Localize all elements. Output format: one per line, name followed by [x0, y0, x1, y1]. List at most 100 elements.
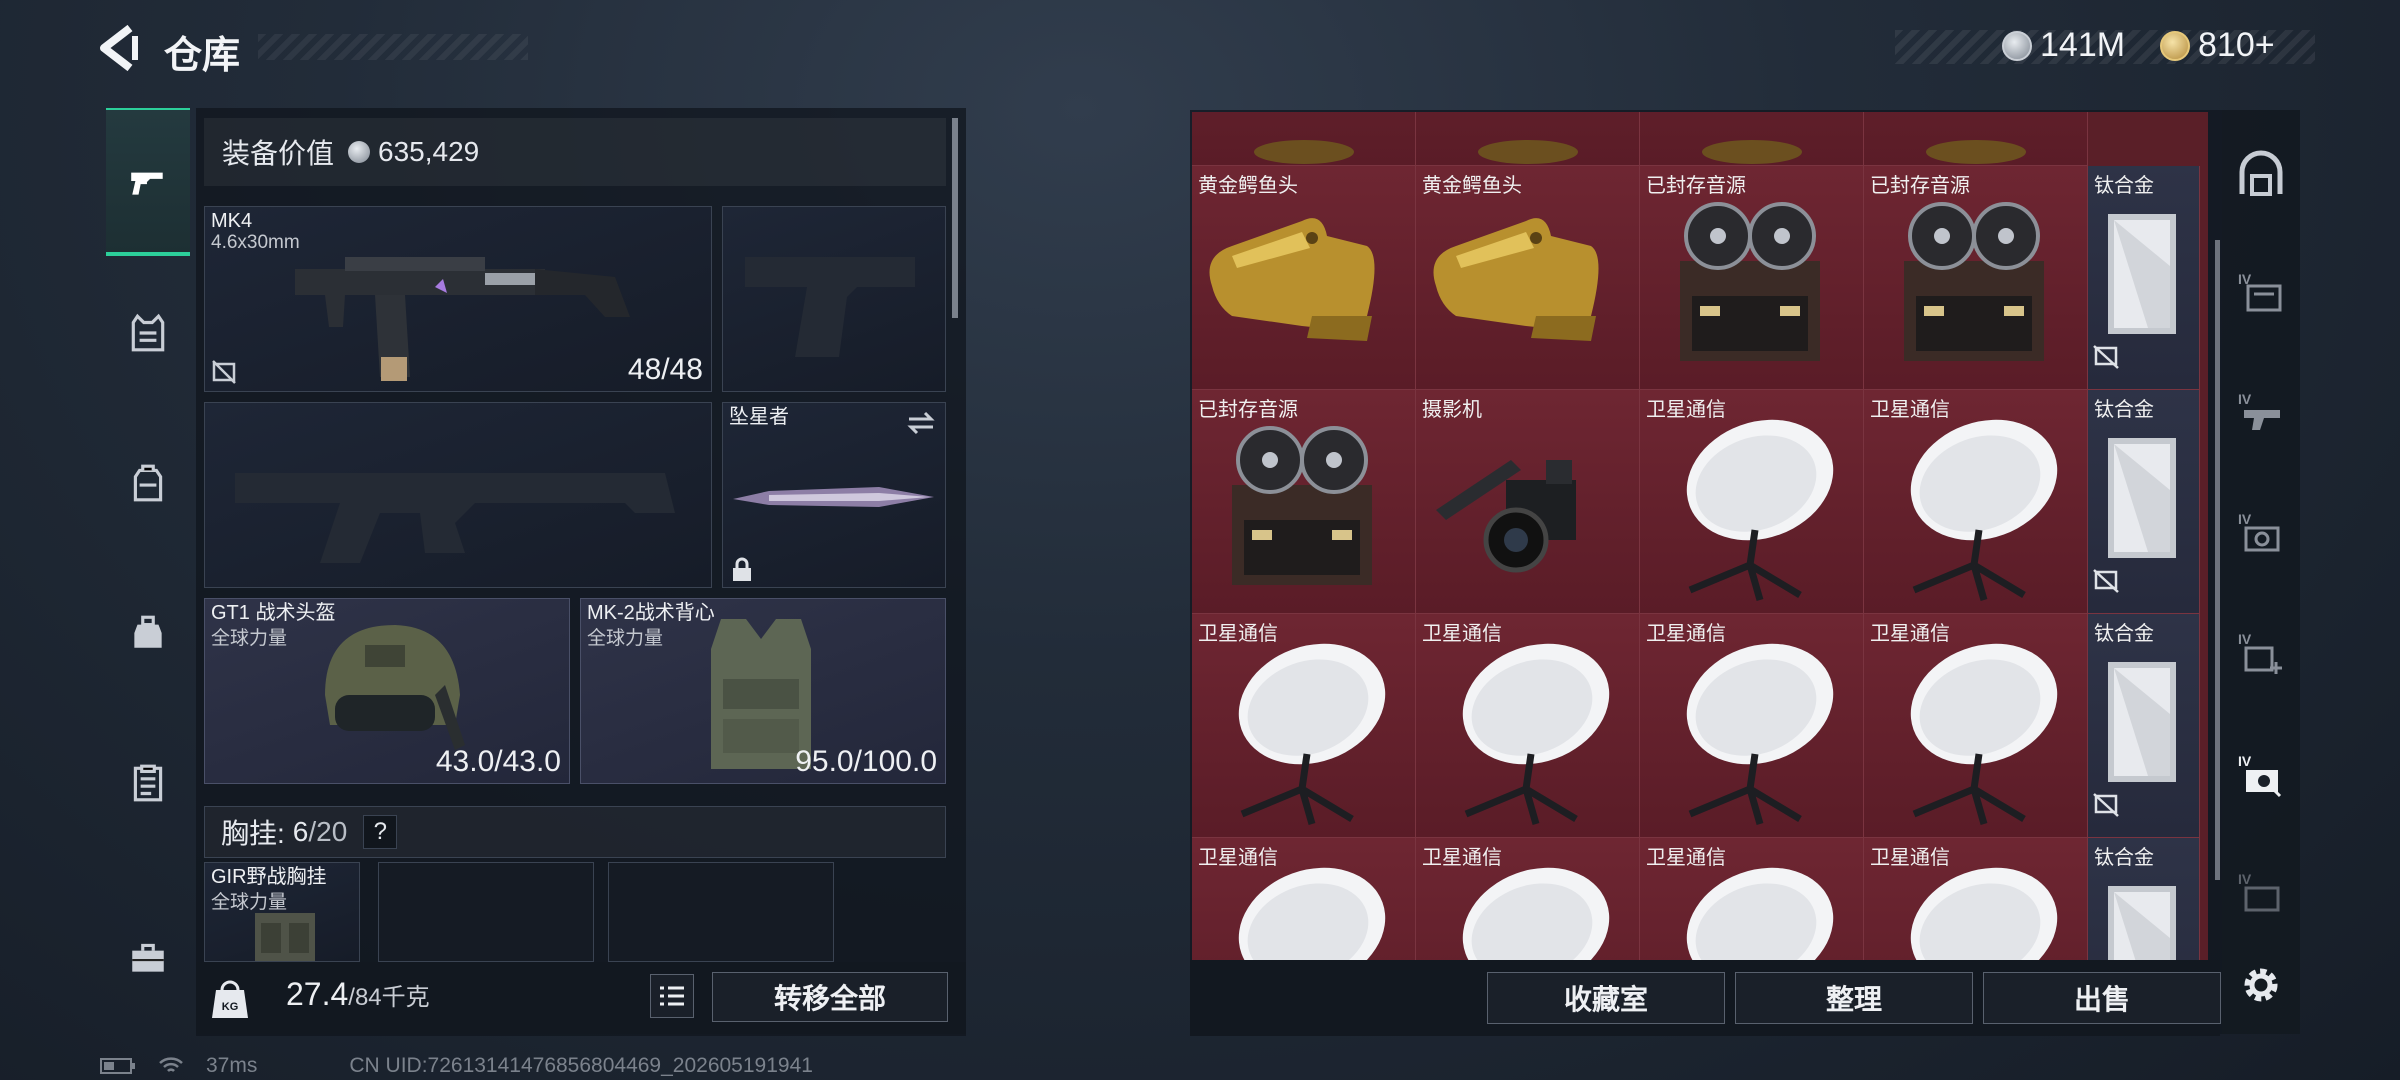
transfer-all-button[interactable]: 转移全部 — [712, 972, 948, 1022]
stash-item-name: 卫星通信 — [1422, 847, 1502, 869]
stash-item-satellite-dish[interactable]: 卫星通信 — [1416, 838, 1640, 960]
settings-button[interactable] — [2228, 952, 2294, 1018]
svg-text:IV: IV — [2238, 871, 2252, 887]
tab-pouch[interactable] — [106, 598, 190, 668]
stash-item-partial[interactable] — [1640, 112, 1864, 166]
tab-stash-iv-1[interactable]: IV — [2228, 260, 2294, 326]
tab-stash-iv-5-active[interactable]: IV — [2228, 742, 2294, 808]
satellite-dish-image — [1910, 643, 2058, 825]
organize-button[interactable]: 整理 — [1735, 972, 1973, 1024]
collection-room-button[interactable]: 收藏室 — [1487, 972, 1725, 1024]
knife-image — [733, 487, 934, 507]
equipment-value-label: 装备价值 — [222, 138, 335, 169]
stash-item-name: 钛合金 — [2094, 847, 2154, 869]
stash-grid: 黄金鳄鱼头 黄金鳄鱼头 已封存音源 已封存音源 钛合金 已封存音源 摄影机 卫星通信 卫星通信钛… — [1192, 112, 2208, 960]
svg-text:IV: IV — [2238, 753, 2252, 769]
tab-toolbox[interactable] — [106, 923, 190, 993]
stash-item-satellite-dish[interactable]: 卫星通信 — [1640, 838, 1864, 960]
stash-med-icon: IV — [2238, 511, 2280, 552]
list-view-button[interactable] — [650, 974, 694, 1018]
stash-item-golden-croc-head[interactable]: 黄金鳄鱼头 — [1416, 166, 1640, 390]
stash-item-titanium-alloy[interactable]: 钛合金 — [2088, 390, 2200, 614]
equipment-scrollbar[interactable] — [952, 118, 958, 318]
tape-recorder-image — [1232, 426, 1372, 585]
stash-item-golden-croc-head[interactable]: 黄金鳄鱼头 — [1192, 166, 1416, 390]
chest-rig-slot[interactable] — [378, 862, 594, 962]
stash-item-partial[interactable] — [1192, 112, 1416, 166]
gold-currency[interactable]: 810+ — [2160, 26, 2275, 65]
no-insure-icon — [2093, 793, 2119, 817]
stash-item-tape-recorder[interactable]: 已封存音源 — [1192, 390, 1416, 614]
rifle-image — [295, 257, 630, 381]
tab-weapons[interactable] — [106, 108, 190, 256]
stash-item-titanium-alloy[interactable]: 钛合金 — [2088, 166, 2200, 390]
uid-text: CN UID:72613141476856804469_202605191941 — [349, 1054, 813, 1077]
page-title: 仓库 — [164, 35, 241, 77]
svg-text:IV: IV — [2238, 511, 2252, 527]
tab-stash-iv-6[interactable]: IV — [2228, 860, 2294, 926]
back-button[interactable] — [96, 22, 140, 74]
chest-rig-total: /20 — [308, 816, 348, 847]
stash-item-satellite-dish[interactable]: 卫星通信 — [1192, 614, 1416, 838]
tab-stash-iv-2[interactable]: IV — [2228, 380, 2294, 446]
silver-currency[interactable]: 141M — [2002, 26, 2125, 65]
chest-rig-slot[interactable] — [608, 862, 834, 962]
chest-rig-bar: 胸挂: 6 /20 ? — [204, 806, 946, 858]
armor-vest-icon — [131, 313, 165, 352]
stash-item-partial[interactable] — [1416, 112, 1640, 166]
svg-text:IV: IV — [2238, 631, 2252, 647]
stash-item-name: 卫星通信 — [1870, 847, 1950, 869]
stash-item-video-camera[interactable]: 摄影机 — [1416, 390, 1640, 614]
tab-stash-main[interactable] — [2228, 142, 2294, 208]
stash-item-satellite-dish[interactable]: 卫星通信 — [1640, 390, 1864, 614]
stash-item-name: 卫星通信 — [1646, 399, 1726, 421]
tab-backpack[interactable] — [106, 448, 190, 518]
sidearm-slot[interactable] — [722, 206, 946, 392]
chest-rig-name: GIR野战胸挂 — [211, 866, 327, 888]
trophy-base-image — [1254, 140, 1354, 164]
battery-icon — [100, 1058, 135, 1074]
stash-item-satellite-dish[interactable]: 卫星通信 — [1192, 838, 1416, 960]
swap-icon[interactable] — [905, 409, 937, 437]
stash-add-icon: IV — [2238, 631, 2282, 674]
stash-item-tape-recorder[interactable]: 已封存音源 — [1864, 166, 2088, 390]
stash-item-titanium-alloy[interactable]: 钛合金 — [2088, 614, 2200, 838]
gold-amount: 810+ — [2198, 26, 2275, 64]
stash-item-satellite-dish[interactable]: 卫星通信 — [1864, 838, 2088, 960]
weapon-ammo: 48/48 — [627, 353, 703, 386]
stash-item-satellite-dish[interactable]: 卫星通信 — [1864, 390, 2088, 614]
clipboard-icon — [133, 764, 163, 802]
chest-rig-item[interactable]: GIR野战胸挂 全球力量 — [204, 862, 360, 962]
stash-item-name: 已封存音源 — [1646, 175, 1746, 197]
stash-item-partial[interactable] — [1864, 112, 2088, 166]
equipment-value-bar: 装备价值 635,429 — [204, 118, 946, 186]
stash-item-satellite-dish[interactable]: 卫星通信 — [1864, 614, 2088, 838]
back-arrow-icon — [100, 24, 138, 72]
pistol-silhouette-icon — [745, 257, 915, 357]
stash-item-name: 摄影机 — [1422, 399, 1482, 421]
primary-weapon-slot[interactable]: MK4 4.6x30mm 48/48 — [204, 206, 712, 392]
help-icon[interactable]: ? — [363, 815, 398, 849]
golden-croc-head-image — [1209, 218, 1375, 341]
stash-item-name: 已封存音源 — [1198, 399, 1298, 421]
tab-stash-iv-4[interactable]: IV — [2228, 620, 2294, 686]
tab-stash-iv-3[interactable]: IV — [2228, 500, 2294, 566]
pouch-icon — [134, 615, 162, 648]
stash-item-satellite-dish[interactable]: 卫星通信 — [1416, 614, 1640, 838]
melee-slot[interactable]: 坠星者 — [722, 402, 946, 588]
tab-armor[interactable] — [106, 298, 190, 368]
sell-button[interactable]: 出售 — [1983, 972, 2221, 1024]
no-insure-icon — [2093, 569, 2119, 593]
helmet-durability: 43.0/43.0 — [435, 745, 561, 778]
stash-item-titanium-alloy[interactable]: 钛合金 — [2088, 838, 2200, 960]
stash-scrollbar[interactable] — [2215, 240, 2220, 880]
helmet-slot[interactable]: GT1 战术头盔 全球力量 43.0/43.0 — [204, 598, 570, 784]
tab-clipboard[interactable] — [106, 748, 190, 818]
no-insure-icon — [212, 360, 236, 384]
titanium-alloy-image — [2093, 214, 2176, 369]
stash-item-tape-recorder[interactable]: 已封存音源 — [1640, 166, 1864, 390]
vest-durability: 95.0/100.0 — [795, 745, 937, 778]
secondary-weapon-slot[interactable] — [204, 402, 712, 588]
vest-slot[interactable]: MK-2战术背心 全球力量 95.0/100.0 — [580, 598, 946, 784]
stash-item-satellite-dish[interactable]: 卫星通信 — [1640, 614, 1864, 838]
